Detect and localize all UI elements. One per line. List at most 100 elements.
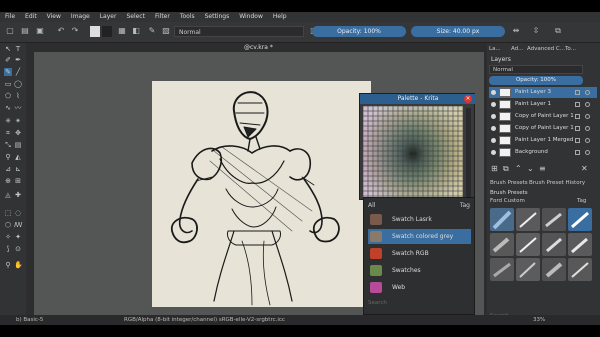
gradient-icon[interactable]: ◧ <box>130 25 142 37</box>
pan-tool-icon[interactable]: ✋ <box>14 261 23 269</box>
similar-select-icon[interactable]: ✦ <box>14 233 22 241</box>
save-document-icon[interactable]: ▣ <box>34 25 46 37</box>
docker-tab[interactable]: Advanced C... <box>527 45 565 53</box>
menu-select[interactable]: Select <box>121 12 150 22</box>
lock-icon[interactable] <box>575 150 580 155</box>
transform-tool-icon[interactable]: ⤡ <box>4 141 12 149</box>
brush-preset-icon[interactable]: ✎ <box>146 25 158 37</box>
docker-tab[interactable]: Ad... <box>511 45 523 53</box>
menu-view[interactable]: View <box>42 12 66 22</box>
alpha-lock-icon[interactable] <box>585 138 590 143</box>
polyline-tool-icon[interactable]: ⌇ <box>14 92 22 100</box>
palette-search-input[interactable]: Search <box>368 300 387 306</box>
palette-filter-select[interactable]: All <box>368 201 438 210</box>
polygon-select-icon[interactable]: ⬡ <box>4 221 12 229</box>
palette-scrollbar[interactable] <box>466 108 471 198</box>
menu-settings[interactable]: Settings <box>200 12 235 22</box>
palette-list-item[interactable]: Swatch Lasrk <box>368 212 471 227</box>
measure-tool-icon[interactable]: ⊾ <box>14 165 22 173</box>
delete-layer-icon[interactable]: ✕ <box>581 164 588 173</box>
dynamic-brush-icon[interactable]: ✳ <box>4 117 12 125</box>
lock-icon[interactable] <box>575 90 580 95</box>
brush-preset-tile[interactable] <box>568 233 592 256</box>
edit-shapes-icon[interactable]: ✐ <box>4 56 12 64</box>
brush-tag-button[interactable]: Tag <box>577 198 586 204</box>
menu-window[interactable]: Window <box>234 12 268 22</box>
multibrush-icon[interactable]: ✴ <box>14 117 22 125</box>
docker-tab[interactable]: La... <box>489 45 501 53</box>
brush-preset-tile[interactable] <box>516 233 540 256</box>
assistant-tool-icon[interactable]: ⊿ <box>4 165 12 173</box>
rect-select-icon[interactable]: ⬚ <box>4 209 12 217</box>
brush-tag-select[interactable]: Ford Custom <box>490 198 525 204</box>
select-shapes-icon[interactable]: ↖ <box>4 45 12 53</box>
canvas-sketch[interactable] <box>152 81 371 307</box>
layer-row[interactable]: Copy of Paint Layer 1 <box>489 111 597 122</box>
lock-icon[interactable] <box>575 126 580 131</box>
menu-help[interactable]: Help <box>268 12 292 22</box>
mirror-vertical-icon[interactable]: ⇳ <box>530 25 542 37</box>
crop-tool-icon[interactable]: ⌗ <box>4 129 12 137</box>
brush-preset-tile[interactable] <box>542 233 566 256</box>
move-down-icon[interactable]: ⌄ <box>527 164 534 173</box>
open-document-icon[interactable]: ▤ <box>19 25 31 37</box>
visibility-eye-icon[interactable] <box>491 114 496 119</box>
menu-filter[interactable]: Filter <box>150 12 175 22</box>
palette-title[interactable]: Palette - Krita <box>360 94 476 104</box>
wrap-around-icon[interactable]: ⧉ <box>552 25 564 37</box>
line-tool-icon[interactable]: ╱ <box>14 68 22 76</box>
ellipse-tool-icon[interactable]: ◯ <box>14 80 22 88</box>
docker-tab[interactable]: To... <box>565 45 576 53</box>
lock-icon[interactable] <box>575 114 580 119</box>
calligraphy-icon[interactable]: ✒ <box>14 56 22 64</box>
duplicate-layer-icon[interactable]: ⧉ <box>503 164 509 174</box>
visibility-eye-icon[interactable] <box>491 126 496 131</box>
fill-tool-icon[interactable]: ◭ <box>14 153 22 161</box>
move-up-icon[interactable]: ⌃ <box>515 164 522 173</box>
bezier-select-icon[interactable]: ⟆ <box>4 245 12 253</box>
alpha-lock-icon[interactable] <box>585 102 590 107</box>
layer-row[interactable]: Copy of Paint Layer 1 <box>489 123 597 134</box>
foreground-color-swatch[interactable] <box>90 26 100 37</box>
lock-icon[interactable] <box>575 138 580 143</box>
menu-layer[interactable]: Layer <box>95 12 122 22</box>
brush-preset-tile[interactable] <box>490 208 514 231</box>
freehand-path-icon[interactable]: 〰 <box>14 104 22 112</box>
text-tool-icon[interactable]: T <box>14 45 22 53</box>
alpha-lock-icon[interactable] <box>585 150 590 155</box>
layer-row[interactable]: Background <box>489 147 597 158</box>
alpha-lock-icon[interactable] <box>585 90 590 95</box>
menu-file[interactable]: File <box>0 12 20 22</box>
brush-docker-tab[interactable]: Brush Preset History <box>529 179 585 187</box>
freehand-brush-icon[interactable]: ✎ <box>4 68 12 76</box>
color-picker-icon[interactable]: ⚲ <box>4 153 12 161</box>
brush-preset-tile[interactable] <box>542 208 566 231</box>
menu-image[interactable]: Image <box>66 12 95 22</box>
opacity-slider[interactable]: Opacity: 100% <box>312 26 406 37</box>
contiguous-select-icon[interactable]: ✧ <box>4 233 12 241</box>
alpha-lock-icon[interactable] <box>585 126 590 131</box>
mirror-horizontal-icon[interactable]: ⇹ <box>510 25 522 37</box>
brush-preset-tile[interactable] <box>542 258 566 281</box>
palette-list-item[interactable]: Swatch colored grey <box>368 229 471 244</box>
undo-icon[interactable]: ↶ <box>55 25 67 37</box>
layer-row[interactable]: Paint Layer 1 <box>489 99 597 110</box>
redo-icon[interactable]: ↷ <box>69 25 81 37</box>
visibility-eye-icon[interactable] <box>491 90 496 95</box>
menu-edit[interactable]: Edit <box>20 12 42 22</box>
grid-tool-icon[interactable]: ⊞ <box>14 177 22 185</box>
palette-swatch-grid[interactable] <box>363 106 463 198</box>
brush-preset-tile[interactable] <box>568 258 592 281</box>
bezier-tool-icon[interactable]: ∿ <box>4 104 12 112</box>
palette-list-item[interactable]: Swatches <box>368 263 471 278</box>
layer-properties-icon[interactable]: ≡ <box>539 164 546 173</box>
brush-preset-tile[interactable] <box>490 233 514 256</box>
visibility-eye-icon[interactable] <box>491 102 496 107</box>
blend-mode-select[interactable]: Normal <box>174 26 304 37</box>
size-slider[interactable]: Size: 40.00 px <box>411 26 505 37</box>
alpha-lock-icon[interactable] <box>585 114 590 119</box>
tag-button[interactable]: Tag <box>460 201 470 210</box>
rectangle-tool-icon[interactable]: ▭ <box>4 80 12 88</box>
brush-preset-tile[interactable] <box>516 258 540 281</box>
new-document-icon[interactable]: ▢ <box>4 25 16 37</box>
